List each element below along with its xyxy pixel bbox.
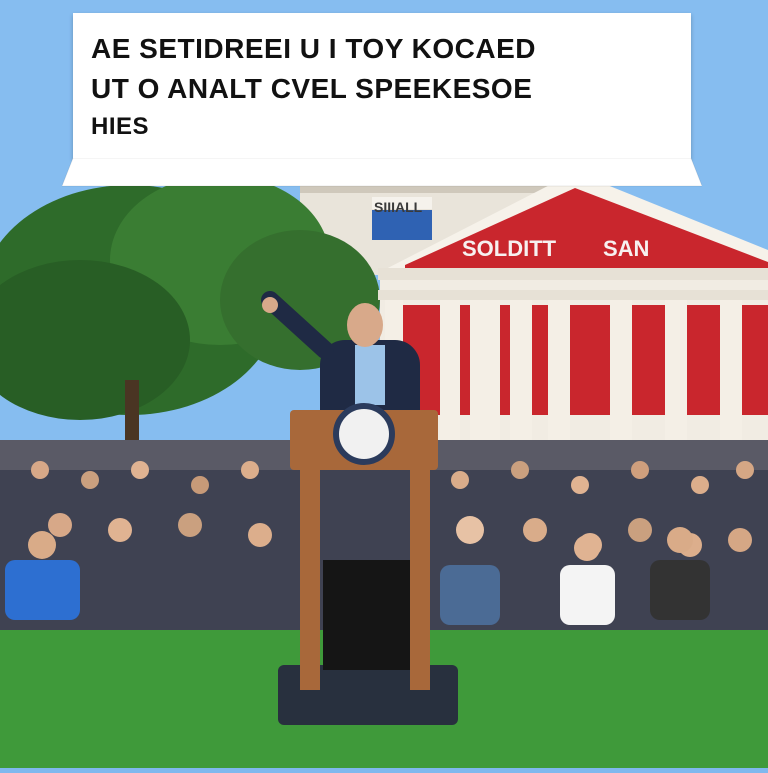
banner-line-3: HIES xyxy=(91,113,150,140)
caption-banner: AE SETIDREEI U I TOY KOCAED UT O ANALT C… xyxy=(73,13,691,159)
column xyxy=(720,300,742,440)
banner-line-1: AE SETIDREEI U I TOY KOCAED xyxy=(91,33,536,64)
banner-tail xyxy=(62,158,702,187)
seal-emblem xyxy=(333,403,395,465)
column xyxy=(510,300,532,440)
banner-line-2: UT O ANALT CVEL SPEEKESOE xyxy=(91,73,533,104)
building-sign-right: SAN xyxy=(603,236,650,261)
top-sign: SIIIALL xyxy=(374,199,423,215)
column xyxy=(440,300,460,440)
column xyxy=(665,300,687,440)
column xyxy=(548,300,570,440)
building-sign-left: SOLDITT xyxy=(462,236,557,261)
column xyxy=(610,300,632,440)
scene: AE SETIDREEI U I TOY KOCAED UT O ANALT C… xyxy=(0,0,768,768)
column xyxy=(470,300,500,440)
